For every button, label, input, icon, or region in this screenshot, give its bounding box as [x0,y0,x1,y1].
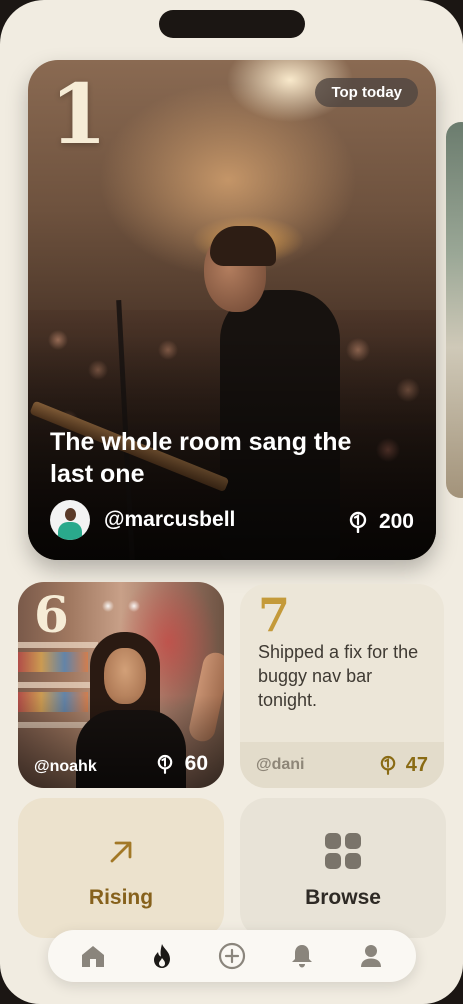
bell-icon [291,945,312,968]
top-today-badge: Top today [315,78,418,107]
like-icon [157,754,172,774]
app-screen: 1 Top today The whole room sang the last… [0,0,463,1004]
like-counter[interactable]: 60 [157,752,208,776]
card-footer: @dani 47 [240,742,444,788]
post-card-text[interactable]: 7 Shipped a fix for the buggy nav bar to… [240,584,444,788]
post-text: Shipped a fix for the buggy nav bar toni… [258,642,419,710]
nav-notifications[interactable] [282,936,322,976]
like-count: 60 [184,752,208,775]
author-handle[interactable]: @marcusbell [104,508,235,532]
plus-circle-icon [218,942,246,970]
browse-tile[interactable]: Browse [240,798,446,938]
rank-number: 7 [258,588,291,642]
post-title: The whole room sang the last one [50,428,352,488]
browse-label: Browse [305,886,381,909]
grid-icon [325,833,361,869]
author-handle[interactable]: @noahk [34,758,97,776]
like-icon [380,755,396,775]
bottom-nav [48,930,416,982]
like-count: 47 [405,753,428,776]
like-icon [349,511,367,533]
like-counter[interactable]: 200 [349,510,414,534]
nav-profile[interactable] [351,936,391,976]
avatar[interactable] [50,500,90,540]
nav-create[interactable] [212,936,252,976]
device-frame: 1 Top today The whole room sang the last… [0,0,463,1004]
home-icon [81,946,104,967]
nav-home[interactable] [73,936,113,976]
rising-label: Rising [88,886,154,909]
flame-icon [154,944,171,968]
profile-icon [361,945,382,967]
next-card-peek[interactable] [446,122,463,498]
author-row[interactable]: @marcusbell [50,500,235,540]
featured-post-card[interactable]: 1 Top today The whole room sang the last… [28,60,436,560]
arrow-up-right-icon [110,841,132,863]
rank-number: 1 [50,67,108,163]
rank-number: 6 [34,585,69,644]
rising-tile[interactable]: Rising [18,798,224,938]
like-count: 200 [378,510,414,533]
like-counter[interactable]: 47 [380,754,428,777]
post-card-photo[interactable]: 6 @noahk 60 [18,582,224,788]
author-handle[interactable]: @dani [256,756,305,774]
nav-trending[interactable] [142,936,182,976]
device-notch [159,10,305,38]
